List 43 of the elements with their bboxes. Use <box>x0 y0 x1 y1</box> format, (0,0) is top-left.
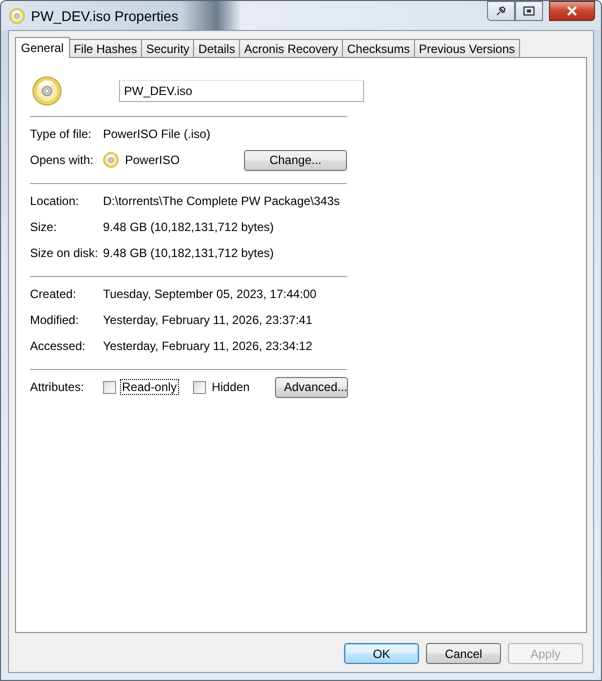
tab[interactable]: Details <box>193 39 240 57</box>
restore-button[interactable] <box>515 1 543 21</box>
field-label: Location: <box>30 194 80 208</box>
field-value: Tuesday, September 05, 2023, 17:44:00 <box>103 287 318 301</box>
window-title: PW_DEV.iso Properties <box>31 8 178 24</box>
checkbox[interactable] <box>103 380 116 394</box>
pin-icon <box>495 5 507 17</box>
app-icon <box>103 152 119 168</box>
field-label: Modified: <box>30 313 80 327</box>
tab[interactable]: General <box>15 37 70 58</box>
field-value: 9.48 GB (10,182,131,712 bytes) <box>103 246 275 260</box>
change-button[interactable]: Change... <box>244 150 347 170</box>
dialog-button[interactable]: OK <box>344 643 419 664</box>
pin-button[interactable] <box>487 1 515 21</box>
field-label: Accessed: <box>30 339 86 353</box>
field-label: Size on disk: <box>30 246 100 260</box>
field-value: PowerISO <box>125 153 180 167</box>
checkbox-label[interactable]: Hidden <box>210 379 252 395</box>
tab[interactable]: Security <box>141 39 194 57</box>
field-value: D:\torrents\The Complete PW Package\343s <box>103 194 341 208</box>
field-label: Size: <box>30 220 58 234</box>
field-value: PowerISO File (.iso) <box>103 127 212 141</box>
tab[interactable]: Checksums <box>342 39 415 57</box>
tab[interactable]: Acronis Recovery <box>239 39 344 57</box>
tab[interactable]: File Hashes <box>68 39 142 57</box>
close-icon <box>566 6 578 16</box>
restore-icon <box>523 6 535 16</box>
close-button[interactable] <box>549 1 595 21</box>
field-value: Yesterday, February 11, 2026, 23:37:41 <box>103 313 314 327</box>
field-value: 9.48 GB (10,182,131,712 bytes) <box>103 220 275 234</box>
disc-icon <box>32 76 62 106</box>
field-label: Type of file: <box>30 127 92 141</box>
dialog-button[interactable]: Cancel <box>426 643 501 664</box>
advanced-button[interactable]: Advanced... <box>275 376 348 398</box>
field-value: Yesterday, February 11, 2026, 23:34:12 <box>103 339 314 353</box>
file-name-field[interactable]: PW_DEV.iso <box>119 80 364 102</box>
checkbox[interactable] <box>192 380 206 394</box>
tab[interactable]: Previous Versions <box>414 39 520 57</box>
field-label: Attributes: <box>30 380 86 394</box>
field-label: Opens with: <box>30 153 94 167</box>
disc-icon <box>9 8 25 24</box>
checkbox-label[interactable]: Read-only <box>120 379 179 395</box>
field-label: Created: <box>30 287 78 301</box>
